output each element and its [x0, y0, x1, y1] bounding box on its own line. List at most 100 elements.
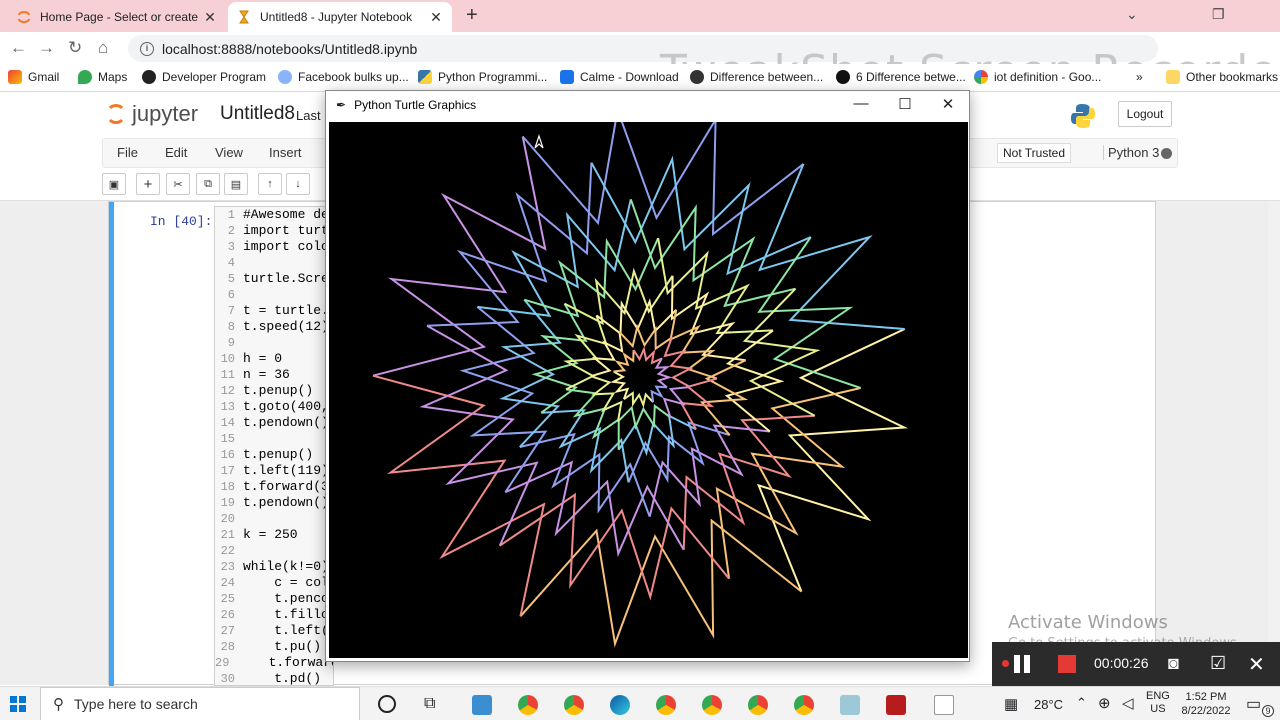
code-line[interactable]: 11 n = 36 [215, 367, 333, 383]
bookmark-gmail[interactable]: Gmail [8, 70, 59, 84]
reload-icon[interactable]: ↻ [68, 38, 82, 58]
bookmark-iot-definition[interactable]: iot definition - Goo... [974, 70, 1101, 84]
not-trusted-button[interactable]: Not Trusted [997, 143, 1072, 163]
move-up-icon[interactable]: ↑ [258, 173, 282, 195]
paste-icon[interactable]: ▤ [224, 173, 248, 195]
temperature[interactable]: 28°C [1034, 697, 1063, 712]
bookmark-maps[interactable]: Maps [78, 70, 127, 84]
menu-view[interactable]: View [215, 145, 243, 160]
windows-start-icon[interactable] [10, 696, 26, 712]
chrome-icon[interactable] [702, 695, 722, 715]
code-line[interactable]: 22 [215, 543, 333, 559]
weather-icon[interactable]: ▦ [1004, 695, 1018, 713]
home-icon[interactable]: ⌂ [98, 38, 108, 58]
code-line[interactable]: 17 t.left(119) [215, 463, 333, 479]
code-line[interactable]: 24 c = col [215, 575, 333, 591]
copy-icon[interactable]: ⧉ [196, 173, 220, 195]
task-view-icon[interactable]: ⧉ [424, 695, 435, 713]
maximize-icon[interactable]: ☐ [890, 95, 920, 113]
tab-home-page[interactable]: Home Page - Select or create a n ✕ [8, 2, 226, 32]
logout-button[interactable]: Logout [1118, 101, 1172, 127]
bookmark-other-bookmarks[interactable]: Other bookmarks [1166, 70, 1278, 84]
code-line[interactable]: 27 t.left( [215, 623, 333, 639]
notebook-name[interactable]: Untitled8 [220, 103, 295, 125]
app-icon[interactable] [472, 695, 492, 715]
camera-icon[interactable]: ◙ [1168, 653, 1179, 674]
code-line[interactable]: 25 t.penco [215, 591, 333, 607]
forward-arrow-icon[interactable]: → [38, 38, 55, 58]
code-line[interactable]: 14 t.pendown() [215, 415, 333, 431]
code-editor[interactable]: 1 #Awesome de 2 import turt 3 import colo 4 5 tu… [214, 206, 334, 686]
code-line[interactable]: 15 [215, 431, 333, 447]
app-icon[interactable] [840, 695, 860, 715]
bookmark-difference-between[interactable]: Difference between... [690, 70, 823, 84]
system-clock[interactable]: 1:52 PM 8/22/2022 [1178, 690, 1234, 718]
bookmark-6-difference[interactable]: 6 Difference betwe... [836, 70, 966, 84]
chrome-icon[interactable] [748, 695, 768, 715]
jupyter-logo[interactable]: jupyter [106, 101, 198, 127]
code-line[interactable]: 21 k = 250 [215, 527, 333, 543]
stop-icon[interactable] [1058, 655, 1076, 673]
code-line[interactable]: 16 t.penup() [215, 447, 333, 463]
cut-icon[interactable]: ✂ [166, 173, 190, 195]
tab-close-icon[interactable]: ✕ [428, 9, 444, 26]
bookmarks-overflow-icon[interactable]: » [1136, 70, 1143, 84]
code-line[interactable]: 3 import colo [215, 239, 333, 255]
site-info-icon[interactable]: i [140, 41, 154, 56]
taskbar-search[interactable]: ⚲ Type here to search [40, 687, 360, 720]
bookmark-python-programming[interactable]: Python Programmi... [418, 70, 547, 84]
restore-icon[interactable]: ❐ [1212, 6, 1225, 23]
chrome-icon[interactable] [518, 695, 538, 715]
new-tab-button[interactable]: + [466, 4, 478, 27]
code-line[interactable]: 5 turtle.Scre [215, 271, 333, 287]
tab-search-icon[interactable]: ⌄ [1126, 6, 1138, 23]
chrome-icon[interactable] [794, 695, 814, 715]
code-line[interactable]: 30 t.pd() [215, 671, 333, 685]
minimize-icon[interactable]: — [846, 95, 876, 112]
pause-icon[interactable] [1014, 655, 1032, 673]
insert-cell-icon[interactable]: + [136, 173, 160, 195]
chrome-icon[interactable] [656, 695, 676, 715]
code-cell[interactable]: In [40]: 1 #Awesome de 2 import turt 3 import… [109, 202, 339, 686]
tab-untitled8[interactable]: Untitled8 - Jupyter Notebook ✕ [228, 2, 452, 32]
tab-close-icon[interactable]: ✕ [202, 9, 218, 26]
turtle-window-titlebar[interactable]: ✒ Python Turtle Graphics — ☐ ✕ [326, 91, 969, 119]
save-icon[interactable]: ▣ [102, 173, 126, 195]
recorder-app-icon[interactable] [886, 695, 906, 715]
code-line[interactable]: 1 #Awesome de [215, 207, 333, 223]
menu-file[interactable]: File [117, 145, 138, 160]
language-indicator[interactable]: ENG US [1146, 690, 1170, 716]
code-line[interactable]: 4 [215, 255, 333, 271]
code-line[interactable]: 9 [215, 335, 333, 351]
network-icon[interactable]: ⊕ [1098, 694, 1111, 712]
bookmark-facebook[interactable]: Facebook bulks up... [278, 70, 409, 84]
turtle-graphics-window[interactable]: ✒ Python Turtle Graphics — ☐ ✕ [325, 90, 970, 662]
close-icon[interactable]: ✕ [933, 95, 963, 113]
notification-icon[interactable]: ▭ [1246, 694, 1261, 714]
code-line[interactable]: 7 t = turtle. [215, 303, 333, 319]
page-scrollbar[interactable] [1268, 201, 1280, 685]
edge-icon[interactable] [610, 695, 630, 715]
tray-chevron-icon[interactable]: ⌃ [1076, 695, 1087, 711]
code-line[interactable]: 8 t.speed(12) [215, 319, 333, 335]
file-icon[interactable] [934, 695, 954, 715]
menu-edit[interactable]: Edit [165, 145, 187, 160]
volume-icon[interactable]: ◁ [1122, 694, 1134, 712]
code-line[interactable]: 18 t.forward(3 [215, 479, 333, 495]
code-line[interactable]: 23 while(k!=0) [215, 559, 333, 575]
code-line[interactable]: 29 t.forward(k) [215, 655, 333, 671]
code-line[interactable]: 19 t.pendown() [215, 495, 333, 511]
code-line[interactable]: 2 import turt [215, 223, 333, 239]
back-arrow-icon[interactable]: ← [10, 38, 27, 58]
code-line[interactable]: 28 t.pu() [215, 639, 333, 655]
move-down-icon[interactable]: ↓ [286, 173, 310, 195]
code-line[interactable]: 6 [215, 287, 333, 303]
code-line[interactable]: 12 t.penup() [215, 383, 333, 399]
code-line[interactable]: 20 [215, 511, 333, 527]
menu-insert[interactable]: Insert [269, 145, 302, 160]
close-recorder-icon[interactable]: ✕ [1248, 652, 1265, 677]
annotate-icon[interactable]: ☑ [1210, 653, 1226, 674]
code-line[interactable]: 13 t.goto(400, [215, 399, 333, 415]
turtle-canvas[interactable] [329, 122, 968, 658]
bookmark-calme[interactable]: Calme - Download [560, 70, 679, 84]
